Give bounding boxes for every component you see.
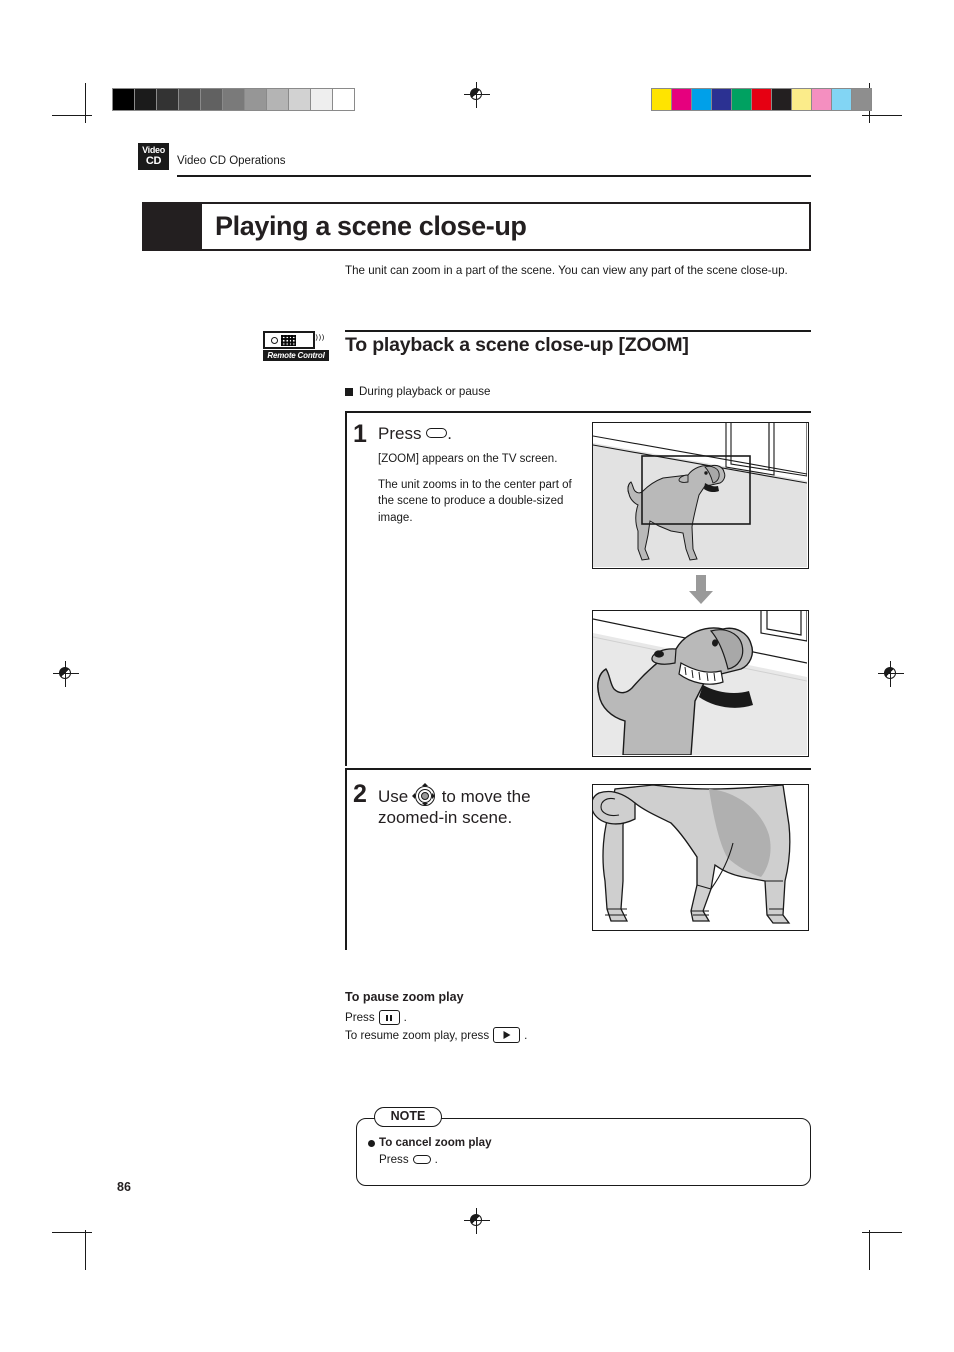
remote-control-badge-icon: ⁾⁾⁾ Remote Control	[263, 331, 329, 361]
figure-2-artwork	[593, 611, 808, 756]
title-banner-box: Playing a scene close-up	[202, 202, 811, 251]
remote-body-icon	[263, 331, 315, 349]
figure-panned-scene	[592, 784, 809, 931]
figure-normal-scene-with-zoom-frame	[592, 422, 809, 569]
registration-target-left	[53, 661, 79, 687]
color-calibration-strip	[651, 88, 872, 111]
calibration-swatch	[772, 89, 792, 110]
registration-target-bottom	[464, 1208, 490, 1234]
crop-rule-bottom-right-vertical	[869, 1230, 871, 1270]
logo-line-2: CD	[145, 155, 162, 167]
pause-line-1-after: .	[403, 1011, 407, 1024]
calibration-swatch	[333, 89, 354, 110]
section-divider	[345, 330, 811, 332]
video-cd-logo-icon: Video CD	[138, 143, 169, 170]
step-2-heading: Use to move the zoomed-in scene.	[378, 783, 578, 829]
calibration-swatch	[201, 89, 223, 110]
calibration-swatch	[652, 89, 672, 110]
page-number: 86	[117, 1180, 131, 1194]
step-2-left-rule	[345, 768, 347, 950]
crop-rule-bottom-left-vertical	[85, 1230, 87, 1270]
pause-line-2-after: .	[524, 1028, 528, 1042]
step-2-heading-before: Use	[378, 787, 409, 806]
calibration-swatch	[672, 89, 692, 110]
pause-line-2-before: To resume zoom play, press	[345, 1028, 490, 1042]
calibration-swatch	[245, 89, 267, 110]
registration-target-top	[464, 82, 490, 108]
calibration-swatch	[311, 89, 333, 110]
step-1-left-rule	[345, 411, 347, 766]
figure-1-artwork	[593, 423, 808, 567]
remote-badge-caption: Remote Control	[263, 350, 329, 361]
running-header-label: Video CD Operations	[177, 155, 286, 167]
crop-rule-top-left-vertical	[85, 83, 87, 123]
figure-zoomed-scene	[592, 610, 809, 757]
figure-3-artwork	[593, 785, 807, 929]
pause-key-icon	[378, 1010, 400, 1025]
grayscale-calibration-strip	[112, 88, 355, 111]
step-2-top-rule	[345, 768, 811, 770]
crop-rule-bottom-left-horizontal	[52, 1232, 92, 1234]
calibration-swatch	[812, 89, 832, 110]
calibration-swatch	[732, 89, 752, 110]
crop-rule-top-right-horizontal	[862, 115, 902, 117]
calibration-swatch	[113, 89, 135, 110]
calibration-swatch	[157, 89, 179, 110]
remote-signal-waves-icon: ⁾⁾⁾	[315, 332, 325, 347]
step-1-number: 1	[353, 420, 367, 448]
calibration-swatch	[289, 89, 311, 110]
page-title-banner: Playing a scene close-up	[142, 202, 811, 251]
note-text-before: Press	[379, 1153, 409, 1166]
play-key-icon	[493, 1027, 521, 1043]
note-box	[356, 1118, 811, 1186]
header-divider	[177, 175, 811, 177]
remote-keypad-icon	[281, 334, 296, 346]
calibration-swatch	[712, 89, 732, 110]
registration-target-right	[878, 661, 904, 687]
calibration-swatch	[692, 89, 712, 110]
note-title: To cancel zoom play	[379, 1136, 492, 1149]
pause-section-heading: To pause zoom play	[345, 990, 464, 1004]
pause-instruction-line-2: To resume zoom play, press .	[345, 1027, 527, 1043]
calibration-swatch	[852, 89, 871, 110]
note-bullet-icon	[368, 1140, 375, 1147]
calibration-swatch	[135, 89, 157, 110]
calibration-swatch	[832, 89, 852, 110]
step-2-number: 2	[353, 780, 367, 808]
step-1-body: [ZOOM] appears on the TV screen. The uni…	[378, 451, 588, 535]
step-1-heading-after: .	[447, 424, 452, 443]
calibration-swatch	[752, 89, 772, 110]
step-1-paragraph-1: [ZOOM] appears on the TV screen.	[378, 453, 558, 465]
pause-instruction-line-1: Press .	[345, 1010, 407, 1025]
calibration-swatch	[792, 89, 812, 110]
section-subhead: During playback or pause	[345, 385, 490, 398]
square-bullet-icon	[345, 387, 353, 396]
cursor-dpad-icon	[411, 783, 437, 808]
note-text-after: .	[434, 1153, 438, 1166]
step-1-heading-before: Press	[378, 424, 422, 443]
zoom-key-pill-icon	[426, 428, 448, 438]
section-subhead-text: During playback or pause	[359, 385, 491, 398]
flow-arrow-down-icon	[686, 575, 716, 605]
remote-indicator-dot-icon	[271, 336, 278, 344]
logo-line-1: Video	[142, 145, 165, 155]
calibration-swatch	[223, 89, 245, 110]
intro-paragraph: The unit can zoom in a part of the scene…	[345, 264, 788, 277]
zoom-key-pill-icon-note	[412, 1155, 431, 1164]
pause-line-1-before: Press	[345, 1011, 375, 1024]
step-1-heading: Press .	[378, 424, 452, 445]
crop-rule-bottom-right-horizontal	[862, 1232, 902, 1234]
calibration-swatch	[267, 89, 289, 110]
note-tab-label: NOTE	[374, 1107, 442, 1127]
page-title: Playing a scene close-up	[215, 211, 527, 241]
calibration-swatch	[179, 89, 201, 110]
note-instruction: Press .	[379, 1153, 438, 1166]
crop-rule-top-left-horizontal	[52, 115, 92, 117]
step-1-top-rule	[345, 411, 811, 413]
step-1-paragraph-2: The unit zooms in to the center part of …	[378, 478, 572, 524]
section-heading: To playback a scene close-up [ZOOM]	[345, 334, 689, 356]
title-banner-black-block	[142, 202, 202, 251]
